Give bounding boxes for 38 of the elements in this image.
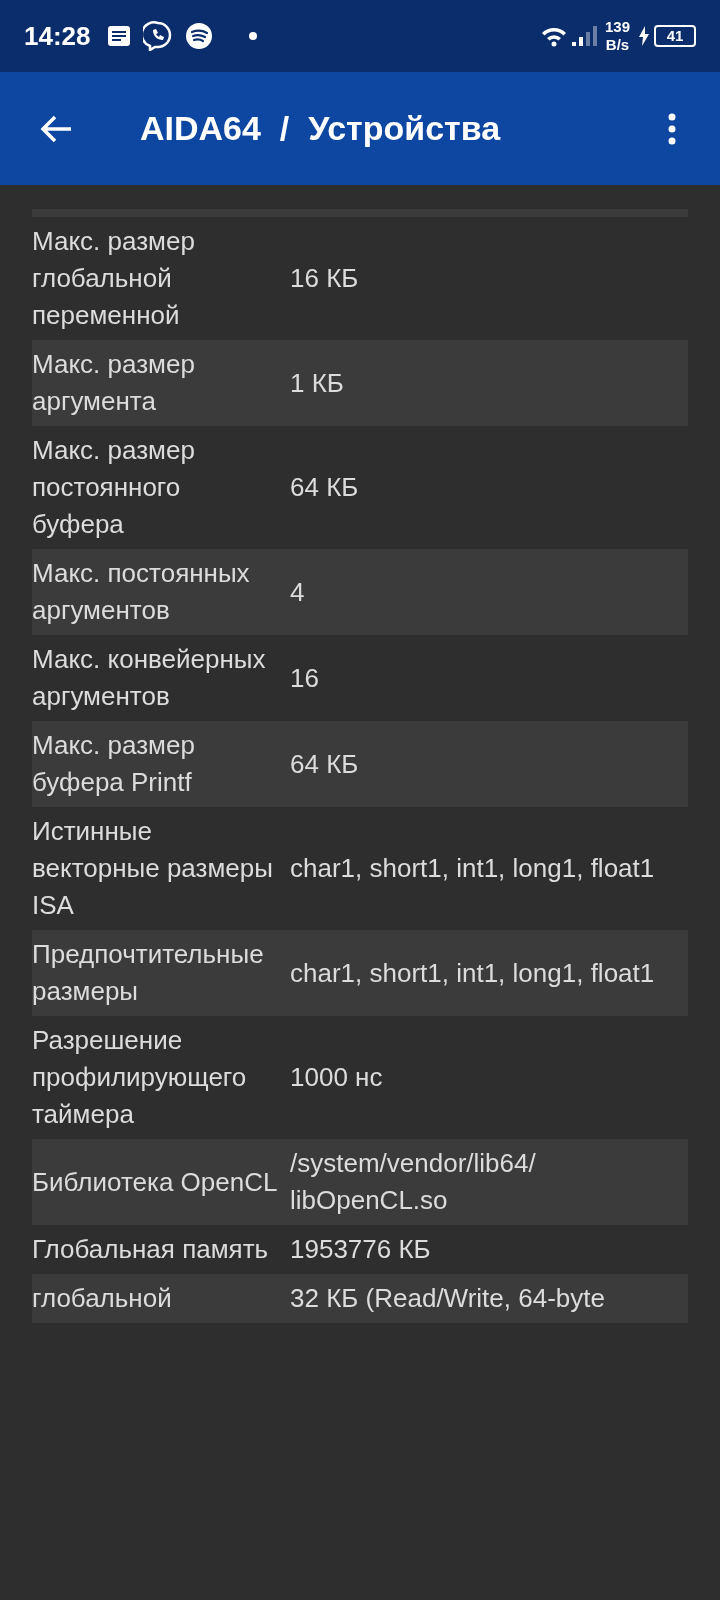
property-label: глобальной [32, 1282, 173, 1315]
property-label: Глобальная память [32, 1233, 270, 1266]
battery-icon: 41 [654, 25, 696, 47]
property-value: char1, short1, int1, long1, float1 [290, 852, 656, 885]
wifi-icon [540, 25, 567, 47]
property-value: /system/vendor/lib64/ libOpenCL.so [290, 1147, 537, 1217]
charging-icon [638, 26, 650, 46]
property-value: 16 [290, 661, 320, 695]
phone-bubble-icon [142, 21, 173, 51]
network-speed-unit: B/s [605, 36, 630, 54]
property-label: Истинные векторные размеры ISA [32, 815, 274, 922]
signal-icon [570, 25, 597, 47]
network-speed: 139 [604, 18, 630, 36]
property-value: 16 КБ [290, 262, 360, 295]
property-label: Макс. размер глобальной переменной [32, 225, 196, 332]
property-value: 1000 нс [290, 1061, 384, 1094]
property-value: 64 КБ [290, 471, 360, 504]
message-icon [106, 25, 131, 47]
music-app-icon [184, 22, 213, 50]
property-label: Разрешение профилирующего таймера [32, 1024, 248, 1131]
property-label: Макс. размер буфера Printf [32, 729, 196, 799]
property-value: 4 [290, 575, 306, 609]
property-label: Макс. постоянных аргументов [32, 557, 251, 627]
clock: 14:28 [24, 19, 91, 53]
dot-icon [248, 32, 257, 40]
property-label: Библиотека OpenCL [32, 1165, 278, 1199]
more-icon [668, 112, 676, 145]
screen-title: AIDA64 / Устройства [140, 108, 501, 149]
property-value: 64 КБ [290, 747, 360, 781]
property-label: Макс. размер постоянного буфера [32, 434, 196, 541]
property-value: 1 КБ [290, 366, 345, 400]
property-label: Предпочтительные размеры [32, 938, 265, 1008]
property-value: 1953776 КБ [290, 1233, 432, 1266]
back-arrow-icon [39, 113, 73, 144]
property-value: 32 КБ (Read/Write, 64-byte [290, 1282, 606, 1315]
property-value: char1, short1, int1, long1, float1 [290, 956, 656, 990]
property-label: Макс. размер аргумента [32, 348, 196, 418]
property-label: Макс. конвейерных аргументов [32, 643, 267, 713]
